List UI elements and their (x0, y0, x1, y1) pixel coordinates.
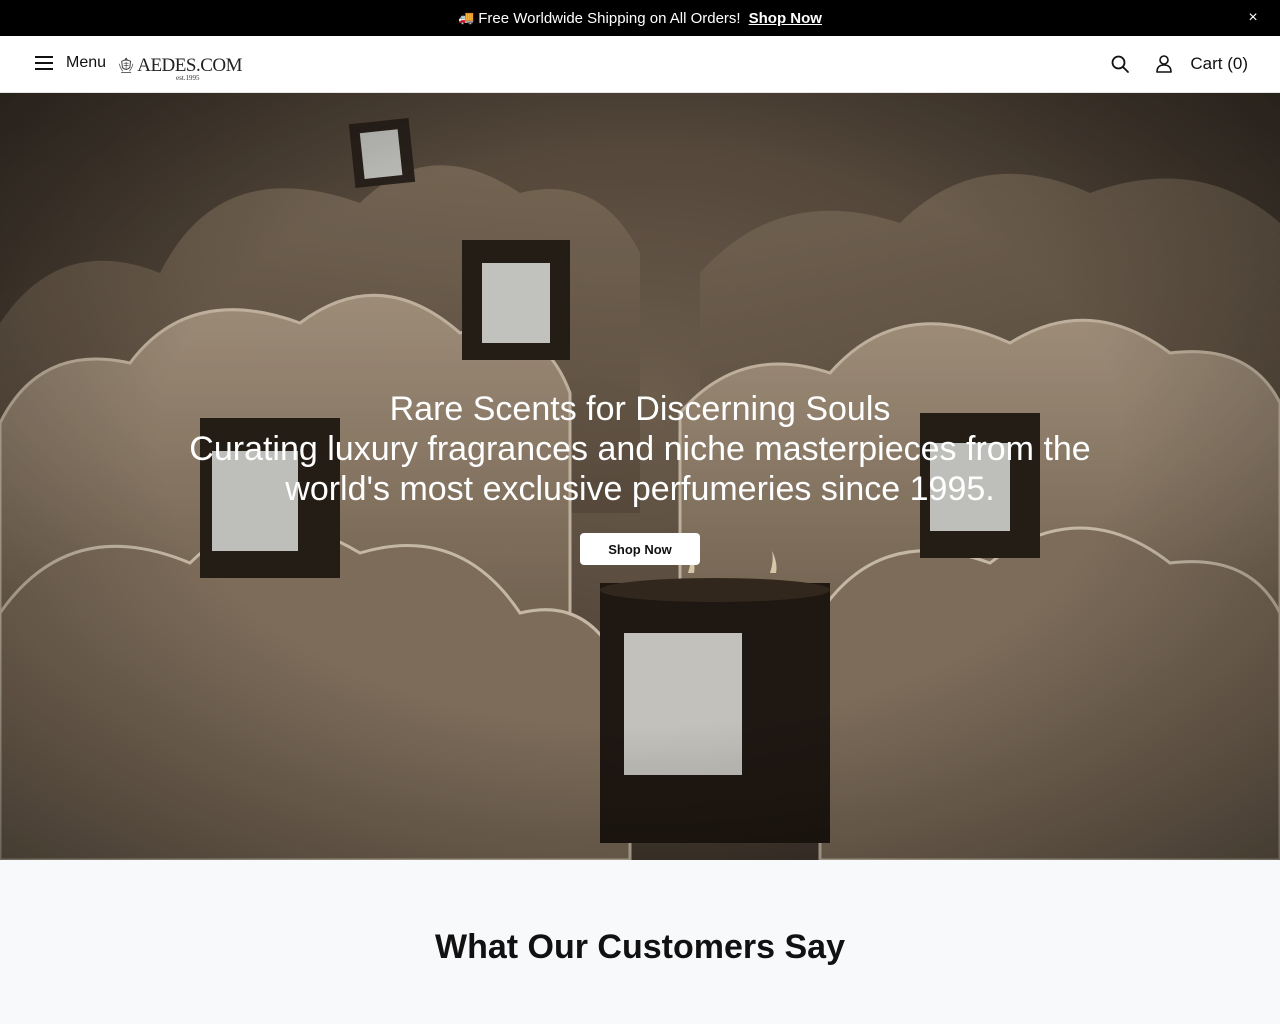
testimonials-section: What Our Customers Say (0, 860, 1280, 1024)
crest-icon (118, 57, 134, 73)
announcement-bar: 🚚 Free Worldwide Shipping on All Orders!… (0, 0, 1280, 36)
search-icon[interactable] (1110, 54, 1130, 79)
logo-text: AEDES.COM (137, 54, 242, 76)
account-icon[interactable] (1154, 54, 1174, 79)
close-icon[interactable]: × (1244, 9, 1262, 27)
cart-link[interactable]: Cart (0) (1190, 54, 1248, 74)
menu-label: Menu (66, 54, 107, 71)
hero-banner: Rare Scents for Discerning Souls Curatin… (0, 93, 1280, 860)
hero-shop-now-button[interactable]: Shop Now (580, 533, 700, 565)
delivery-truck-icon: 🚚 (458, 10, 475, 25)
announcement-message: Free Worldwide Shipping on All Orders! (478, 9, 741, 27)
hero-text: Rare Scents for Discerning Souls Curatin… (0, 389, 1280, 509)
site-header: Menu AEDES.COM est.1995 Cart (0) (0, 36, 1280, 93)
hamburger-icon (35, 56, 53, 70)
site-logo[interactable]: AEDES.COM est.1995 (118, 48, 242, 82)
testimonials-heading: What Our Customers Say (435, 928, 845, 966)
menu-button[interactable]: Menu (34, 54, 106, 72)
announcement-shop-link[interactable]: Shop Now (749, 10, 822, 27)
hero-subtitle: Curating luxury fragrances and niche mas… (189, 430, 1091, 508)
logo-est-text: est.1995 (176, 74, 200, 82)
hero-title: Rare Scents for Discerning Souls (389, 390, 891, 428)
